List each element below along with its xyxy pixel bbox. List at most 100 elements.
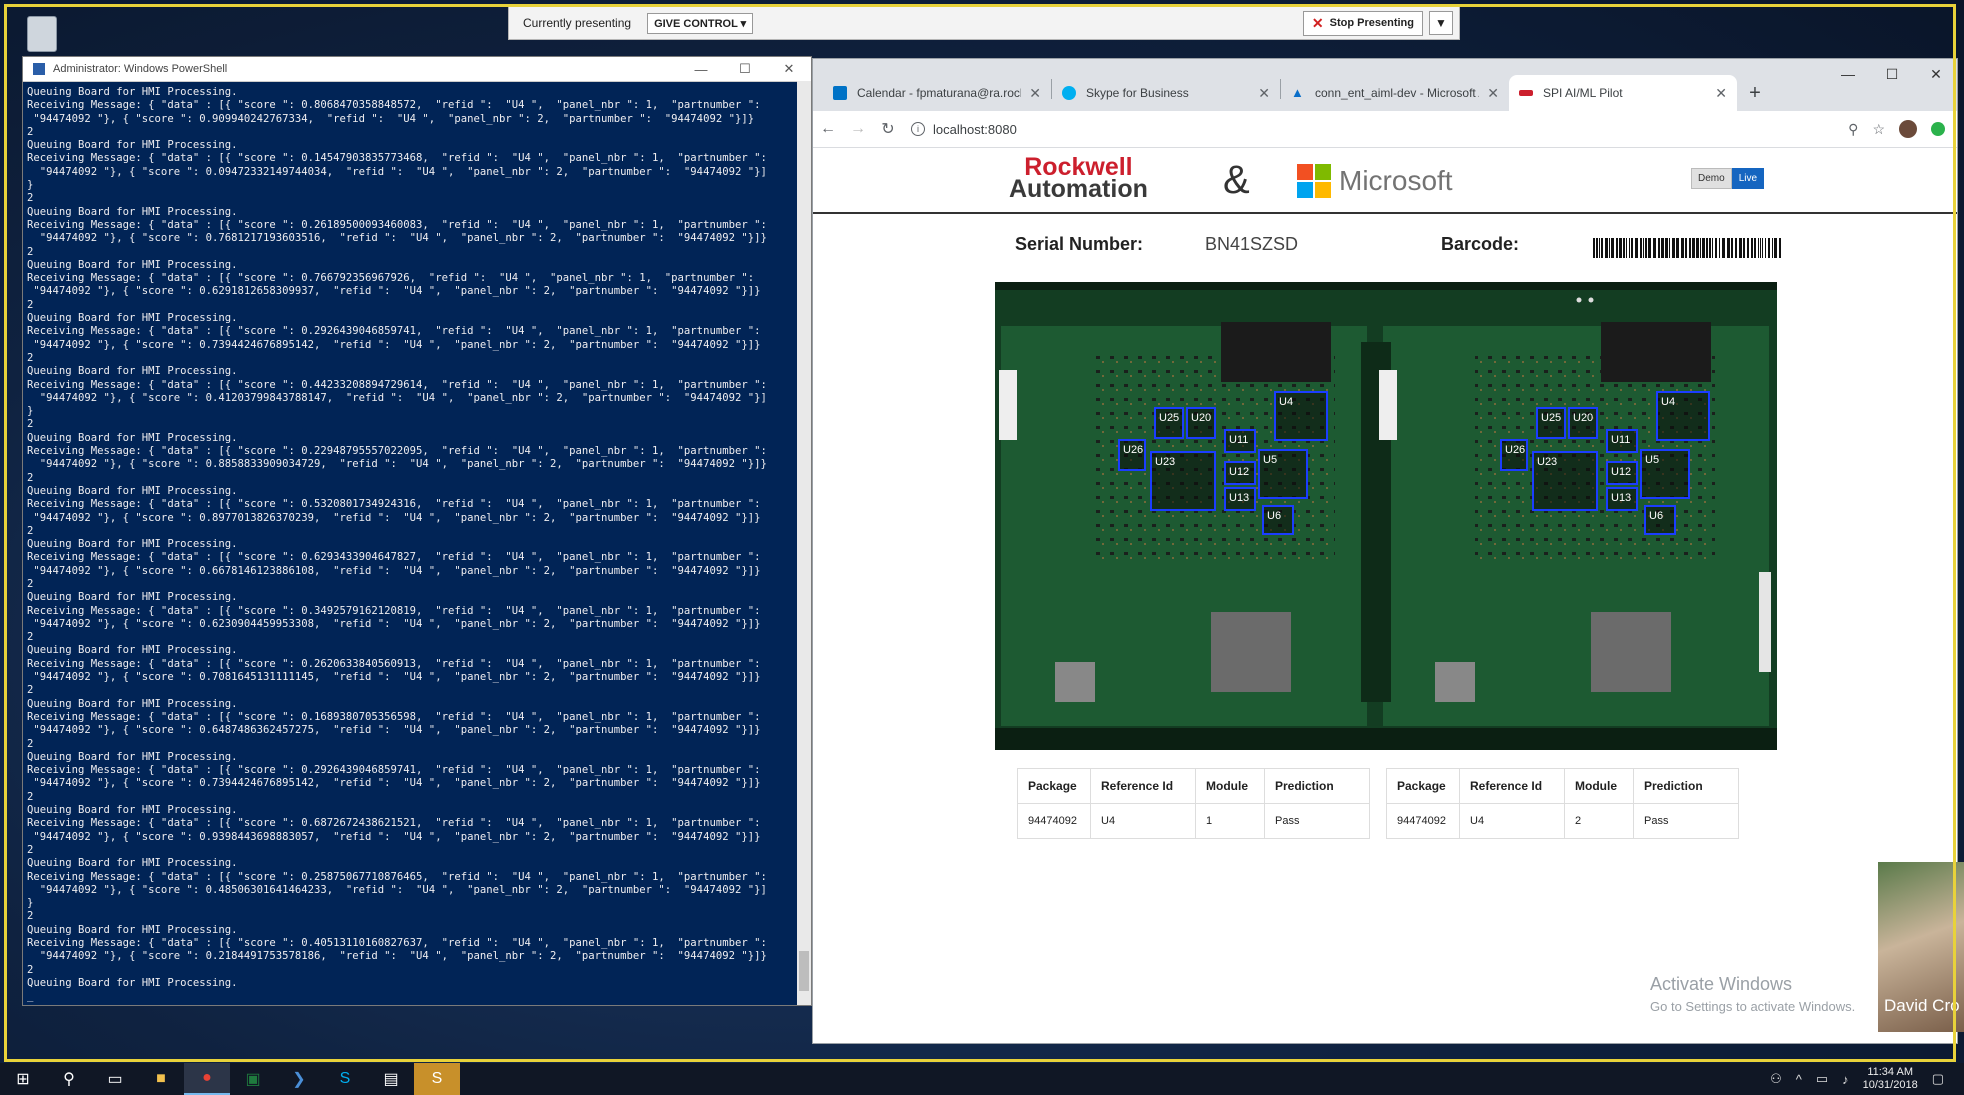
console-line: "94474092 "}, { "score ": 0.667814612388… bbox=[27, 564, 761, 577]
chrome-icon[interactable]: ● bbox=[184, 1063, 230, 1095]
detection-label: U12 bbox=[1229, 466, 1249, 478]
console-line: Queuing Board for HMI Processing. bbox=[27, 431, 238, 444]
powershell-titlebar[interactable]: Administrator: Windows PowerShell — ☐ ✕ bbox=[23, 57, 811, 82]
console-line: 2 bbox=[27, 245, 34, 258]
powershell-icon bbox=[33, 63, 45, 75]
skype-icon[interactable]: S bbox=[322, 1063, 368, 1095]
column-header: Package bbox=[1017, 768, 1091, 804]
network-icon[interactable]: ▤ bbox=[368, 1063, 414, 1095]
console-scrollbar[interactable] bbox=[797, 81, 811, 1005]
reload-icon[interactable]: ↻ bbox=[873, 119, 903, 139]
star-icon[interactable]: ☆ bbox=[1872, 121, 1885, 138]
column-header: Prediction bbox=[1633, 768, 1739, 804]
notifications-icon[interactable]: ▢ bbox=[1932, 1071, 1944, 1087]
recycle-bin-icon[interactable] bbox=[22, 14, 62, 54]
minimize-button[interactable]: — bbox=[679, 62, 723, 77]
search-icon[interactable]: ⚲ bbox=[46, 1063, 92, 1095]
prediction-cell: Pass bbox=[1633, 803, 1739, 839]
tab-skype[interactable]: Skype for Business ✕ bbox=[1052, 75, 1280, 111]
new-tab-button[interactable]: + bbox=[1737, 75, 1773, 111]
console-line: "94474092 "}, { "score ": 0.412037998437… bbox=[27, 391, 767, 404]
close-tab-icon[interactable]: ✕ bbox=[1029, 85, 1041, 102]
clock[interactable]: 11:34 AM 10/31/2018 bbox=[1863, 1066, 1918, 1092]
tab-calendar[interactable]: Calendar - fpmaturana@ra.rockw ✕ bbox=[823, 75, 1051, 111]
task-view-icon[interactable]: ▭ bbox=[92, 1063, 138, 1095]
close-tab-icon[interactable]: ✕ bbox=[1258, 85, 1270, 102]
close-button[interactable]: ✕ bbox=[1913, 59, 1959, 89]
console-line: Queuing Board for HMI Processing. bbox=[27, 86, 238, 98]
stop-presenting-label: Stop Presenting bbox=[1329, 17, 1414, 29]
activate-windows-watermark: Activate Windows Go to Settings to activ… bbox=[1650, 974, 1855, 1014]
microsoft-grid-icon bbox=[1297, 164, 1331, 198]
outlook-icon bbox=[833, 86, 847, 100]
maximize-button[interactable]: ☐ bbox=[1869, 59, 1915, 89]
console-line: Receiving Message: { "data" : [{ "score … bbox=[27, 870, 767, 883]
detection-label: U4 bbox=[1661, 396, 1675, 408]
console-line: Queuing Board for HMI Processing. bbox=[27, 644, 238, 657]
extension-icon[interactable] bbox=[1931, 122, 1945, 136]
chrome-window: Calendar - fpmaturana@ra.rockw ✕ Skype f… bbox=[812, 58, 1958, 1044]
url-input[interactable]: i localhost:8080 bbox=[911, 122, 1848, 137]
close-tab-icon[interactable]: ✕ bbox=[1715, 85, 1727, 102]
prediction-table-2: Package Reference Id Module Prediction 9… bbox=[1386, 768, 1739, 839]
serial-number-value: BN41SZSD bbox=[1205, 234, 1299, 254]
detection-label: U23 bbox=[1155, 456, 1175, 468]
powershell-icon[interactable]: ❯ bbox=[276, 1063, 322, 1095]
close-button[interactable]: ✕ bbox=[767, 61, 811, 77]
tab-strip: Calendar - fpmaturana@ra.rockw ✕ Skype f… bbox=[813, 59, 1957, 111]
live-button[interactable]: Live bbox=[1731, 168, 1765, 189]
maximize-button[interactable]: ☐ bbox=[723, 61, 767, 77]
console-line: Receiving Message: { "data" : [{ "score … bbox=[27, 445, 767, 458]
console-line: Receiving Message: { "data" : [{ "score … bbox=[27, 99, 761, 112]
powershell-title: Administrator: Windows PowerShell bbox=[53, 63, 228, 75]
info-icon[interactable]: i bbox=[911, 122, 925, 136]
demo-button[interactable]: Demo bbox=[1691, 168, 1732, 189]
detection-label: U4 bbox=[1279, 396, 1293, 408]
pin-icon[interactable]: ▼ bbox=[1429, 11, 1453, 35]
prediction-tables: Package Reference Id Module Prediction 9… bbox=[1017, 768, 1739, 839]
board-info-row: Serial Number: BN41SZSD Barcode: bbox=[813, 234, 1957, 264]
console-line: Queuing Board for HMI Processing. bbox=[27, 923, 238, 936]
people-icon[interactable]: ⚇ bbox=[1770, 1071, 1782, 1087]
detection-label: U6 bbox=[1649, 510, 1663, 522]
give-control-button[interactable]: GIVE CONTROL ▾ bbox=[647, 12, 754, 34]
skype-business-icon[interactable]: S bbox=[414, 1063, 460, 1095]
excel-icon[interactable]: ▣ bbox=[230, 1063, 276, 1095]
tab-spi-pilot[interactable]: SPI AI/ML Pilot ✕ bbox=[1509, 75, 1737, 111]
table-row: 94474092 U4 1 Pass bbox=[1017, 803, 1370, 839]
back-icon[interactable]: ← bbox=[813, 120, 843, 138]
console-line: "94474092 "}, { "score ": 0.648748636245… bbox=[27, 724, 761, 737]
console-line: "94474092 "}, { "score ": 0.768121719360… bbox=[27, 232, 767, 245]
detection-label: U26 bbox=[1123, 444, 1143, 456]
tab-azure[interactable]: ▲ conn_ent_aiml-dev - Microsoft A ✕ bbox=[1281, 75, 1509, 111]
console-line: "94474092 "}, { "score ": 0.885883390903… bbox=[27, 458, 767, 471]
stop-presenting-button[interactable]: ✕ Stop Presenting bbox=[1302, 10, 1423, 36]
table-row: 94474092 U4 2 Pass bbox=[1386, 803, 1739, 839]
currently-presenting-label: Currently presenting bbox=[523, 16, 632, 30]
column-header: Reference Id bbox=[1459, 768, 1565, 804]
rockwell-logo: Rockwell Automation bbox=[1009, 155, 1148, 202]
avatar[interactable] bbox=[1899, 120, 1917, 138]
console-line: 2 bbox=[27, 843, 34, 856]
address-bar-row: ← → ↻ i localhost:8080 ⚲ ☆ bbox=[813, 111, 1957, 148]
console-line: "94474092 "}, { "score ": 0.629181265830… bbox=[27, 285, 761, 298]
chevron-up-icon[interactable]: ^ bbox=[1796, 1072, 1802, 1087]
file-explorer-icon[interactable]: ■ bbox=[138, 1063, 184, 1095]
close-tab-icon[interactable]: ✕ bbox=[1487, 85, 1499, 102]
volume-icon[interactable]: ♪ bbox=[1842, 1072, 1849, 1087]
console-line: _ bbox=[27, 990, 34, 1003]
zoom-icon[interactable]: ⚲ bbox=[1848, 121, 1858, 138]
console-line: "94474092 "}, { "score ": 0.939844369888… bbox=[27, 830, 761, 843]
table-header-row: Package Reference Id Module Prediction bbox=[1017, 768, 1370, 804]
detection-label: U20 bbox=[1573, 412, 1593, 424]
minimize-button[interactable]: — bbox=[1825, 59, 1871, 89]
network-tray-icon[interactable]: ▭ bbox=[1816, 1071, 1828, 1087]
console-line: "94474092 "}, { "score ": 0.897701382637… bbox=[27, 511, 761, 524]
start-button[interactable]: ⊞ bbox=[0, 1063, 46, 1095]
detection-label: U20 bbox=[1191, 412, 1211, 424]
detection-label: U13 bbox=[1229, 492, 1249, 504]
detection-label: U5 bbox=[1263, 454, 1277, 466]
console-line: } bbox=[27, 897, 34, 910]
forward-icon[interactable]: → bbox=[843, 120, 873, 138]
powershell-console-output[interactable]: Queuing Board for HMI Processing. Receivi… bbox=[23, 82, 811, 1004]
